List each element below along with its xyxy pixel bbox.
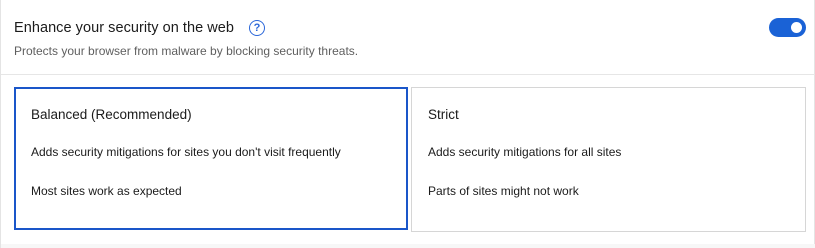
setting-header: Enhance your security on the web ? [14, 17, 266, 39]
option-note-strict: Parts of sites might not work [428, 184, 579, 198]
setting-title: Enhance your security on the web [14, 20, 235, 36]
option-title-balanced: Balanced (Recommended) [31, 107, 192, 122]
bottom-strip [1, 244, 815, 248]
help-glyph: ? [253, 21, 261, 34]
question-circle-icon[interactable]: ? [249, 20, 266, 36]
option-card-strict[interactable]: Strict Adds security mitigations for all… [411, 87, 806, 232]
option-description-strict: Adds security mitigations for all sites [428, 145, 622, 159]
option-card-balanced[interactable]: Balanced (Recommended) Adds security mit… [14, 87, 408, 230]
option-title-strict: Strict [428, 107, 459, 122]
toggle-knob [791, 22, 802, 33]
security-settings-panel: Enhance your security on the web ? Prote… [0, 0, 815, 248]
option-note-balanced: Most sites work as expected [31, 184, 182, 198]
setting-description: Protects your browser from malware by bl… [14, 44, 359, 58]
security-toggle[interactable] [769, 18, 806, 37]
option-description-balanced: Adds security mitigations for sites you … [31, 145, 341, 159]
divider [1, 74, 815, 75]
